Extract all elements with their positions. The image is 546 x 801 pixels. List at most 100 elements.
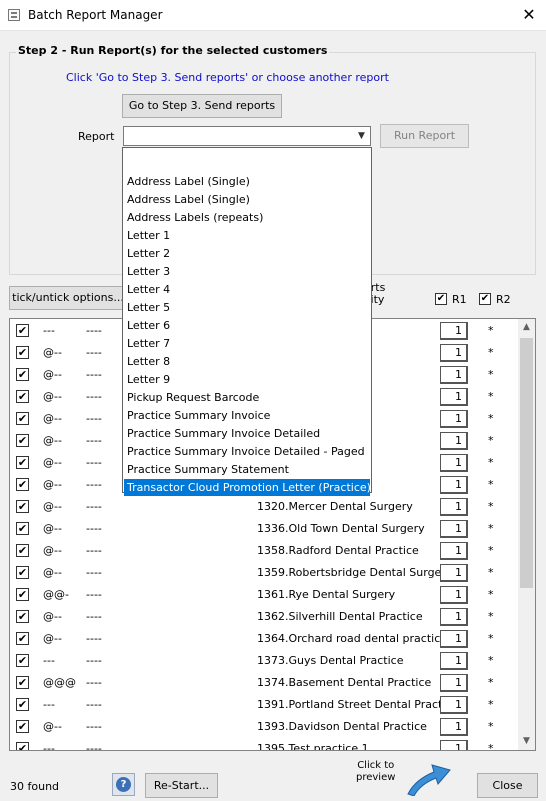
row-r1-copies-input[interactable]: 1 xyxy=(440,344,468,362)
row-status: ---- xyxy=(86,390,102,403)
preview-arrow-icon[interactable] xyxy=(404,756,454,796)
row-r1-copies-input[interactable]: 1 xyxy=(440,652,468,670)
table-row[interactable]: ✔ @-- ---- 1362.Silverhill Dental Practice 1… xyxy=(10,606,518,628)
row-flags: --- xyxy=(43,324,55,337)
row-r1-copies-input[interactable]: 1 xyxy=(440,520,468,538)
table-row[interactable]: ✔ @-- ---- 1336.Old Town Dental Surgery 1 * xyxy=(10,518,518,540)
row-checkbox[interactable]: ✔ xyxy=(16,456,29,469)
table-row[interactable]: ✔ @-- ---- 1364.Orchard road dental practic… xyxy=(10,628,518,650)
row-r1-copies-input[interactable]: 1 xyxy=(440,454,468,472)
dropdown-option[interactable]: Practice Summary Invoice Detailed - Page… xyxy=(124,443,370,460)
table-row[interactable]: ✔ @@@ ---- 1374.Basement Dental Practice 1 * xyxy=(10,672,518,694)
goto-step3-button[interactable]: Go to Step 3. Send reports xyxy=(122,94,282,118)
row-status: ---- xyxy=(86,720,102,733)
dropdown-option[interactable]: Address Labels (repeats) xyxy=(124,209,370,226)
dropdown-option[interactable]: Letter 5 xyxy=(124,299,370,316)
row-r1-copies-input[interactable]: 1 xyxy=(440,564,468,582)
dropdown-option[interactable]: Address Label (Single) xyxy=(124,173,370,190)
table-row[interactable]: ✔ --- ---- 1395.Test practice 1 1 * xyxy=(10,738,518,750)
close-button[interactable]: Close xyxy=(477,773,538,798)
report-dropdown-list[interactable]: Address Label (Single) Address Label (Sin… xyxy=(122,147,372,496)
row-checkbox[interactable]: ✔ xyxy=(16,434,29,447)
table-row[interactable]: ✔ @@- ---- 1361.Rye Dental Surgery 1 * xyxy=(10,584,518,606)
row-r1-copies-input[interactable]: 1 xyxy=(440,432,468,450)
dropdown-option[interactable]: Transactor Cloud Promotion Letter (Pract… xyxy=(124,479,370,496)
row-checkbox[interactable]: ✔ xyxy=(16,720,29,733)
row-checkbox[interactable]: ✔ xyxy=(16,522,29,535)
table-row[interactable]: ✔ @-- ---- 1358.Radford Dental Practice 1 * xyxy=(10,540,518,562)
close-window-icon[interactable]: ✕ xyxy=(517,3,541,27)
row-checkbox[interactable]: ✔ xyxy=(16,632,29,645)
table-row[interactable]: ✔ @-- ---- 1359.Robertsbridge Dental Surger… xyxy=(10,562,518,584)
run-report-button[interactable]: Run Report xyxy=(380,124,469,148)
scroll-up-icon[interactable]: ▲ xyxy=(518,319,535,336)
row-r1-copies-input[interactable]: 1 xyxy=(440,388,468,406)
r2-header-checkbox[interactable]: ✔ xyxy=(479,293,491,305)
row-r1-copies-input[interactable]: 1 xyxy=(440,366,468,384)
dropdown-option[interactable]: Pickup Request Barcode xyxy=(124,389,370,406)
dropdown-option[interactable]: Practice Summary Invoice xyxy=(124,407,370,424)
row-r1-copies-input[interactable]: 1 xyxy=(440,608,468,626)
dropdown-option[interactable]: Address Label (Single) xyxy=(124,191,370,208)
row-r1-copies-input[interactable]: 1 xyxy=(440,586,468,604)
dropdown-option[interactable]: Letter 6 xyxy=(124,317,370,334)
row-r1-copies-input[interactable]: 1 xyxy=(440,718,468,736)
row-checkbox[interactable]: ✔ xyxy=(16,346,29,359)
table-row[interactable]: ✔ @-- ---- 1393.Davidson Dental Practice 1 * xyxy=(10,716,518,738)
row-r1-copies-input[interactable]: 1 xyxy=(440,498,468,516)
row-checkbox[interactable]: ✔ xyxy=(16,676,29,689)
row-status: ---- xyxy=(86,610,102,623)
window-title: Batch Report Manager xyxy=(28,8,163,22)
scrollbar-thumb[interactable] xyxy=(520,338,533,588)
row-checkbox[interactable]: ✔ xyxy=(16,742,29,750)
row-checkbox[interactable]: ✔ xyxy=(16,478,29,491)
dropdown-option[interactable] xyxy=(124,155,370,172)
dropdown-option[interactable]: Letter 7 xyxy=(124,335,370,352)
row-r1-copies-input[interactable]: 1 xyxy=(440,630,468,648)
row-r2-marker: * xyxy=(488,390,494,403)
row-checkbox[interactable]: ✔ xyxy=(16,324,29,337)
table-row[interactable]: ✔ @-- ---- 1320.Mercer Dental Surgery 1 * xyxy=(10,496,518,518)
row-r1-copies-input[interactable]: 1 xyxy=(440,410,468,428)
row-r1-copies-input[interactable]: 1 xyxy=(440,740,468,750)
row-r1-copies-input[interactable]: 1 xyxy=(440,696,468,714)
chevron-down-icon[interactable]: ▼ xyxy=(353,127,370,145)
dropdown-option[interactable]: Letter 2 xyxy=(124,245,370,262)
scroll-down-icon[interactable]: ▼ xyxy=(518,733,535,750)
r1-header-checkbox[interactable]: ✔ xyxy=(435,293,447,305)
restart-button[interactable]: Re-Start... xyxy=(145,773,218,798)
help-button[interactable]: ? xyxy=(112,773,135,796)
dropdown-option[interactable]: Letter 8 xyxy=(124,353,370,370)
report-select[interactable]: ▼ xyxy=(123,126,371,146)
dropdown-option[interactable]: Letter 9 xyxy=(124,371,370,388)
tick-untick-options-button[interactable]: tick/untick options... xyxy=(9,286,127,310)
row-r1-copies-input[interactable]: 1 xyxy=(440,542,468,560)
row-r1-copies-input[interactable]: 1 xyxy=(440,322,468,340)
vertical-scrollbar[interactable]: ▲ ▼ xyxy=(518,319,535,750)
dropdown-option[interactable]: Letter 4 xyxy=(124,281,370,298)
row-flags: @-- xyxy=(43,434,62,447)
row-checkbox[interactable]: ✔ xyxy=(16,390,29,403)
row-checkbox[interactable]: ✔ xyxy=(16,698,29,711)
report-label: Report xyxy=(78,130,115,143)
row-checkbox[interactable]: ✔ xyxy=(16,654,29,667)
row-flags: @-- xyxy=(43,632,62,645)
dropdown-option[interactable]: Practice Summary Statement xyxy=(124,461,370,478)
row-r1-copies-input[interactable]: 1 xyxy=(440,476,468,494)
table-row[interactable]: ✔ --- ---- 1391.Portland Street Dental Prac… xyxy=(10,694,518,716)
dropdown-option[interactable]: Letter 1 xyxy=(124,227,370,244)
row-r1-copies-input[interactable]: 1 xyxy=(440,674,468,692)
dropdown-option[interactable]: Practice Summary Invoice Detailed xyxy=(124,425,370,442)
row-status: ---- xyxy=(86,544,102,557)
dropdown-option[interactable]: Letter 3 xyxy=(124,263,370,280)
row-checkbox[interactable]: ✔ xyxy=(16,566,29,579)
row-checkbox[interactable]: ✔ xyxy=(16,588,29,601)
row-customer-name: 1336.Old Town Dental Surgery xyxy=(257,522,425,535)
row-checkbox[interactable]: ✔ xyxy=(16,610,29,623)
table-row[interactable]: ✔ --- ---- 1373.Guys Dental Practice 1 * xyxy=(10,650,518,672)
row-checkbox[interactable]: ✔ xyxy=(16,368,29,381)
row-checkbox[interactable]: ✔ xyxy=(16,544,29,557)
row-checkbox[interactable]: ✔ xyxy=(16,412,29,425)
row-checkbox[interactable]: ✔ xyxy=(16,500,29,513)
row-customer-name: 1374.Basement Dental Practice xyxy=(257,676,432,689)
